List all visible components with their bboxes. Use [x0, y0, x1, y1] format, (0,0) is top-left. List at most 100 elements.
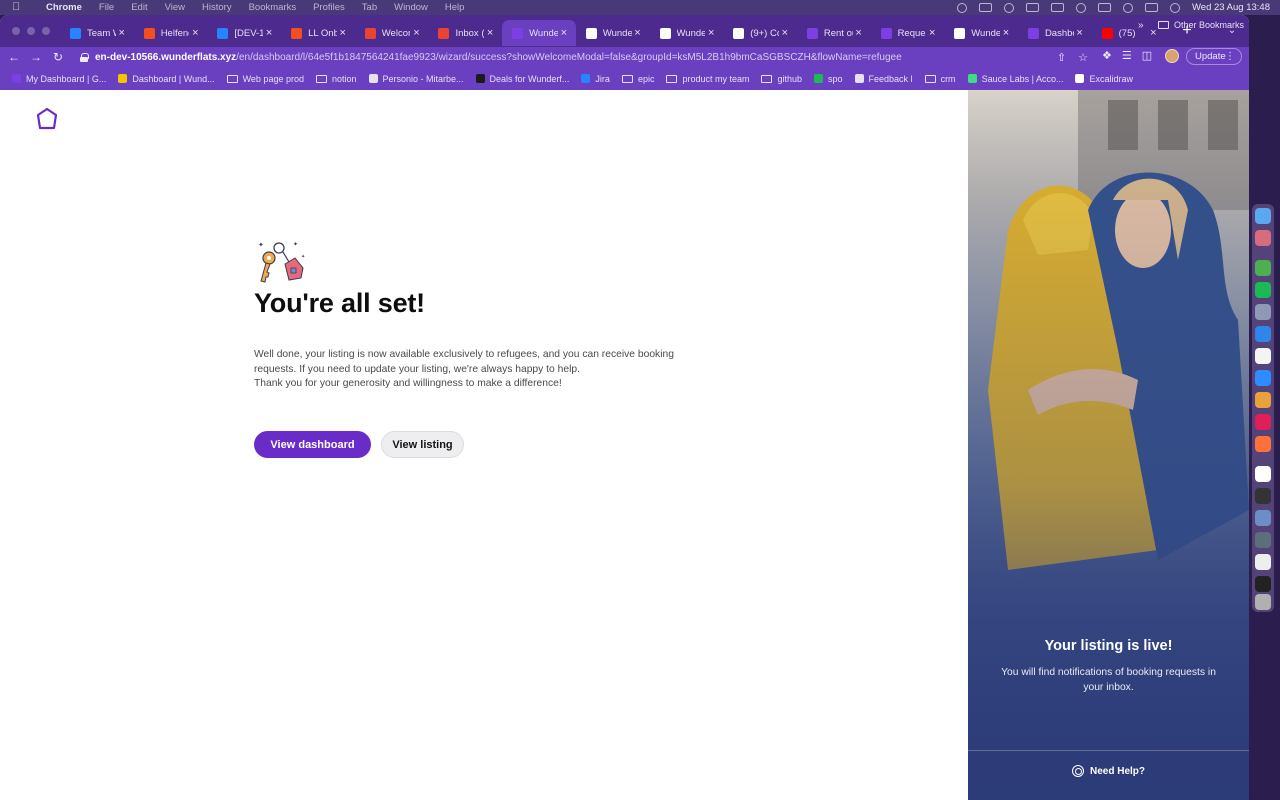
browser-tab[interactable]: (9+) Co× — [723, 20, 797, 46]
safari-icon[interactable] — [1255, 326, 1271, 342]
menubar-clock[interactable]: Wed 23 Aug 13:48 — [1192, 2, 1270, 13]
volume-icon[interactable] — [1026, 3, 1039, 12]
tab-close-icon[interactable]: × — [779, 27, 791, 39]
spotify-icon[interactable] — [1255, 282, 1271, 298]
bookmark-item[interactable]: Feedback l — [854, 74, 913, 84]
bookmarks-overflow-icon[interactable]: » — [1138, 20, 1144, 31]
more-menu-icon[interactable]: ⋮ — [1225, 51, 1235, 62]
browser-tab[interactable]: Rent ou× — [797, 20, 871, 46]
tab-close-icon[interactable]: × — [632, 27, 644, 39]
control-center-icon[interactable] — [1145, 3, 1158, 12]
apple-icon[interactable]:  — [12, 2, 24, 13]
window-thumbnail-icon[interactable] — [1255, 510, 1271, 526]
tab-close-icon[interactable]: × — [853, 27, 865, 39]
bookmark-folder[interactable]: crm — [924, 74, 956, 84]
window-thumbnail-icon[interactable] — [1255, 532, 1271, 548]
finder-icon[interactable] — [1255, 208, 1271, 224]
browser-tab[interactable]: Dashbo× — [1018, 20, 1092, 46]
tab-close-icon[interactable]: × — [1000, 27, 1012, 39]
address-bar[interactable]: en-dev-10566.wunderflats.xyz/en/dashboar… — [72, 48, 1096, 66]
close-window-button[interactable] — [12, 27, 20, 35]
bookmark-folder[interactable]: github — [761, 74, 802, 84]
reload-button[interactable]: ↻ — [50, 49, 66, 65]
sublime-icon[interactable] — [1255, 392, 1271, 408]
preview-icon[interactable] — [1255, 304, 1271, 320]
view-listing-button[interactable]: View listing — [381, 431, 464, 458]
launchpad-icon[interactable] — [1255, 230, 1271, 246]
menu-history[interactable]: History — [202, 2, 232, 13]
extensions-puzzle-icon[interactable]: ❖ — [1102, 49, 1112, 62]
tab-close-icon[interactable]: × — [337, 27, 349, 39]
bookmark-star-icon[interactable]: ☆ — [1078, 51, 1088, 64]
tab-close-icon[interactable]: × — [189, 27, 201, 39]
siri-icon[interactable] — [1170, 2, 1180, 13]
window-thumbnail-icon[interactable] — [1255, 554, 1271, 570]
window-thumbnail-icon[interactable] — [1255, 466, 1271, 482]
bookmark-item[interactable]: spo — [814, 74, 843, 84]
browser-tab[interactable]: Reques× — [871, 20, 945, 46]
side-panel-icon[interactable]: ◫ — [1142, 49, 1152, 62]
tab-close-icon[interactable]: × — [410, 27, 422, 39]
window-thumbnail-icon[interactable] — [1255, 576, 1271, 592]
browser-tab[interactable]: Team W× — [60, 20, 134, 46]
trash-icon[interactable] — [1255, 594, 1271, 610]
forward-button[interactable]: → — [28, 49, 44, 65]
bookmark-item[interactable]: Deals for Wunderf... — [475, 74, 569, 84]
other-bookmarks-folder[interactable]: Other Bookmarks — [1158, 20, 1244, 30]
grammarly-icon[interactable] — [957, 2, 967, 13]
bookmark-item[interactable]: Sauce Labs | Acco... — [967, 74, 1063, 84]
browser-tab[interactable]: Wunder× — [944, 20, 1018, 46]
tab-close-icon[interactable]: × — [926, 27, 938, 39]
zoom-icon[interactable] — [1255, 370, 1271, 386]
bookmark-folder[interactable]: product my team — [666, 74, 749, 84]
menu-tab[interactable]: Tab — [362, 2, 377, 13]
profile-avatar[interactable] — [1165, 49, 1179, 63]
menu-profiles[interactable]: Profiles — [313, 2, 345, 13]
bookmark-item[interactable]: Dashboard | Wund... — [118, 74, 215, 84]
tab-close-icon[interactable]: × — [705, 27, 717, 39]
slack-icon[interactable] — [1255, 414, 1271, 430]
bookmark-item[interactable]: Jira — [581, 74, 610, 84]
menu-window[interactable]: Window — [394, 2, 428, 13]
chrome-icon[interactable] — [1255, 260, 1271, 276]
bookmark-folder[interactable]: notion — [315, 74, 357, 84]
spotlight-icon[interactable] — [1123, 2, 1133, 13]
bookmark-item[interactable]: Excalidraw — [1075, 74, 1133, 84]
tab-close-icon[interactable]: × — [558, 27, 570, 39]
browser-tab[interactable]: Wunder× — [650, 20, 724, 46]
browser-tab[interactable]: LL Onb × — [281, 20, 355, 46]
bookmark-folder[interactable]: Web page prod — [226, 74, 304, 84]
browser-tab[interactable]: Wunder× — [502, 20, 576, 46]
firefox-icon[interactable] — [1255, 436, 1271, 452]
menu-file[interactable]: File — [99, 2, 114, 13]
tab-close-icon[interactable]: × — [116, 27, 128, 39]
menu-view[interactable]: View — [165, 2, 185, 13]
browser-tab[interactable]: [DEV-10× — [207, 20, 281, 46]
view-dashboard-button[interactable]: View dashboard — [254, 431, 371, 458]
need-help-link[interactable]: Need Help? — [968, 765, 1249, 777]
update-button[interactable]: Update ⋮ — [1186, 48, 1242, 65]
maximize-window-button[interactable] — [42, 27, 50, 35]
back-button[interactable]: ← — [6, 49, 22, 65]
bookmark-item[interactable]: Personio - Mitarbe... — [368, 74, 464, 84]
menu-app-name[interactable]: Chrome — [46, 2, 82, 13]
share-icon[interactable]: ⇧ — [1057, 51, 1066, 64]
screen-share-icon[interactable] — [979, 3, 992, 12]
browser-tab[interactable]: (75) × — [1092, 20, 1166, 46]
bluetooth-icon[interactable] — [1076, 2, 1086, 13]
menu-bookmarks[interactable]: Bookmarks — [249, 2, 297, 13]
menu-help[interactable]: Help — [445, 2, 465, 13]
calendar-icon[interactable] — [1255, 348, 1271, 364]
terminal-icon[interactable] — [1255, 488, 1271, 504]
record-icon[interactable] — [1004, 2, 1014, 13]
battery-icon[interactable] — [1051, 3, 1064, 12]
browser-tab[interactable]: Inbox (1× — [428, 20, 502, 46]
bookmark-item[interactable]: My Dashboard | G... — [12, 74, 106, 84]
wifi-icon[interactable] — [1098, 3, 1111, 12]
browser-tab[interactable]: Welcom× — [355, 20, 429, 46]
browser-tab[interactable]: Helfend× — [134, 20, 208, 46]
browser-tab[interactable]: Wunder× — [576, 20, 650, 46]
lock-icon[interactable] — [80, 52, 89, 62]
tab-close-icon[interactable]: × — [484, 27, 496, 39]
url-text[interactable]: en-dev-10566.wunderflats.xyz/en/dashboar… — [95, 52, 902, 63]
